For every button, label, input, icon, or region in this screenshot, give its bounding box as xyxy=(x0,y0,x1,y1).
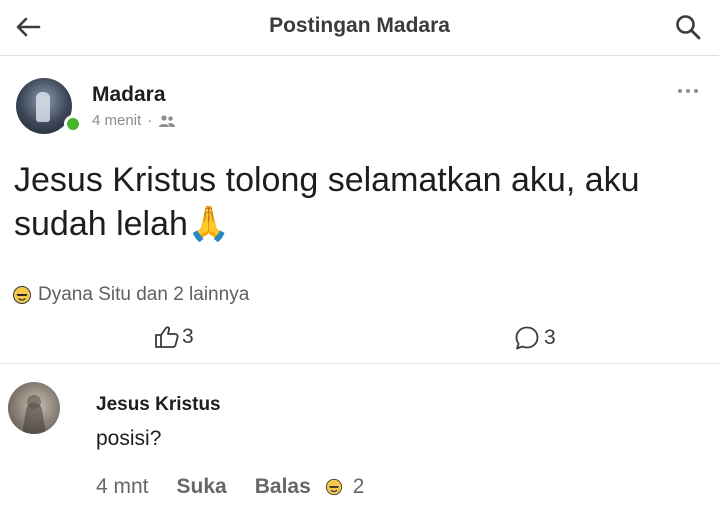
online-status-dot xyxy=(64,115,82,133)
more-dot xyxy=(694,89,698,93)
comment-count: 3 xyxy=(544,326,556,349)
post-text: Jesus Kristus tolong selamatkan aku, aku… xyxy=(14,161,640,243)
comment-reply-button[interactable]: Balas xyxy=(255,475,311,499)
page-title: Postingan Madara xyxy=(269,14,450,37)
post-body: Jesus Kristus tolong selamatkan aku, aku… xyxy=(14,158,704,246)
comment-reaction-count: 2 xyxy=(352,475,365,498)
search-icon xyxy=(676,15,701,40)
comment-reactions[interactable]: 2 xyxy=(325,475,365,499)
post-time[interactable]: 4 menit xyxy=(92,112,141,129)
comment-time[interactable]: 4 mnt xyxy=(96,475,149,499)
avatar-figure xyxy=(36,92,50,122)
more-dot xyxy=(686,89,690,93)
commenter-avatar[interactable] xyxy=(8,382,60,434)
top-bar: Postingan Madara xyxy=(0,0,719,56)
search-button[interactable] xyxy=(671,10,705,44)
emoji-face-icon xyxy=(13,286,31,304)
section-divider xyxy=(0,363,719,364)
post-meta: 4 menit · xyxy=(92,112,176,129)
reactions-summary-text: Dyana Situ dan 2 lainnya xyxy=(38,284,250,305)
more-options-button[interactable] xyxy=(673,82,703,100)
comment-author-name[interactable]: Jesus Kristus xyxy=(96,394,221,416)
praying-hands-emoji: 🙏 xyxy=(187,205,231,243)
comment-button[interactable]: 3 xyxy=(514,325,556,351)
emoji-face-icon xyxy=(325,478,342,496)
thumbs-up-icon xyxy=(155,326,179,348)
more-dot xyxy=(678,89,682,93)
like-button[interactable]: 3 xyxy=(154,325,194,349)
like-count: 3 xyxy=(182,325,194,348)
reactions-summary[interactable]: Dyana Situ dan 2 lainnya xyxy=(12,284,249,306)
post-author-name[interactable]: Madara xyxy=(92,83,166,107)
commenter-avatar-image xyxy=(22,395,46,434)
comment-like-button[interactable]: Suka xyxy=(177,475,227,499)
friends-icon xyxy=(159,114,176,127)
comment-actions: 4 mnt Suka Balas 2 xyxy=(96,475,364,499)
comment-text: posisi? xyxy=(96,427,162,450)
comment-icon xyxy=(515,326,539,350)
meta-separator: · xyxy=(147,112,153,129)
